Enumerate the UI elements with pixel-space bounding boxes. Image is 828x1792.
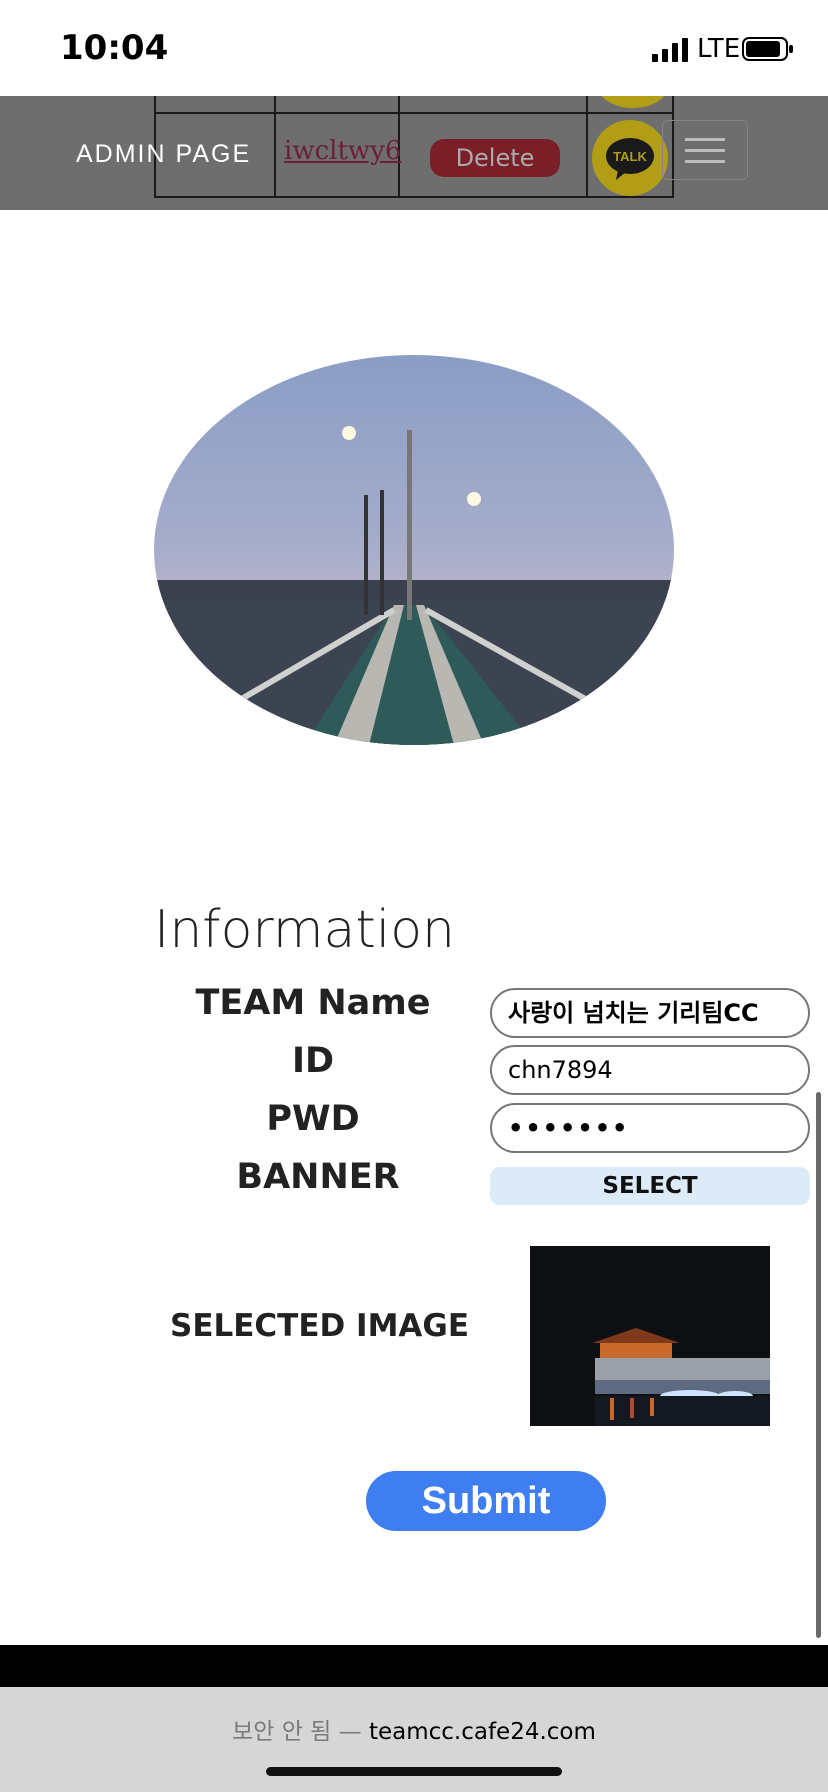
footer-black-bar — [0, 1645, 828, 1687]
selected-banner-image — [530, 1246, 770, 1426]
url-text[interactable]: 보안 안 됨 — teamcc.cafe24.com — [0, 1712, 828, 1746]
password-input[interactable]: ••••••• — [490, 1103, 810, 1153]
banner-select-button[interactable]: SELECT — [490, 1167, 810, 1205]
pier-photo — [154, 355, 674, 745]
banner-label: BANNER — [236, 1157, 400, 1197]
kakao-talk-icon[interactable]: TALK — [592, 120, 668, 196]
table-divider — [154, 112, 674, 114]
selected-image-label: SELECTED IMAGE — [170, 1308, 470, 1344]
signal-icon — [652, 38, 688, 62]
home-indicator[interactable] — [266, 1767, 562, 1776]
background-delete-button[interactable]: Delete — [430, 139, 560, 177]
status-bar: 10:04 LTE — [0, 0, 828, 96]
information-heading: Information — [154, 900, 456, 960]
page-scrollbar[interactable] — [816, 1092, 821, 1638]
status-time: 10:04 — [60, 28, 169, 68]
battery-icon — [742, 37, 793, 61]
team-name-input[interactable]: 사랑이 넘치는 기리팀CC — [490, 988, 810, 1038]
menu-icon-bar — [685, 149, 725, 152]
menu-icon-bar — [685, 160, 725, 163]
url-domain: teamcc.cafe24.com — [368, 1719, 596, 1745]
background-id-link[interactable]: iwcltwy6 — [284, 136, 401, 166]
pwd-label: PWD — [266, 1099, 360, 1139]
talk-label: TALK — [613, 149, 647, 164]
team-name-label: TEAM Name — [195, 983, 431, 1023]
id-label: ID — [291, 1041, 335, 1081]
submit-button[interactable]: Submit — [366, 1471, 606, 1531]
admin-page-title: ADMIN PAGE — [76, 140, 252, 168]
not-secure-label: 보안 안 됨 — — [232, 1719, 362, 1745]
hamburger-menu-button[interactable] — [662, 120, 748, 180]
id-input[interactable]: chn7894 — [490, 1045, 810, 1095]
menu-icon — [685, 138, 725, 141]
admin-header: iwcltwy6 Delete TALK ADMIN PAGE — [0, 96, 828, 210]
network-label: LTE — [697, 34, 741, 64]
